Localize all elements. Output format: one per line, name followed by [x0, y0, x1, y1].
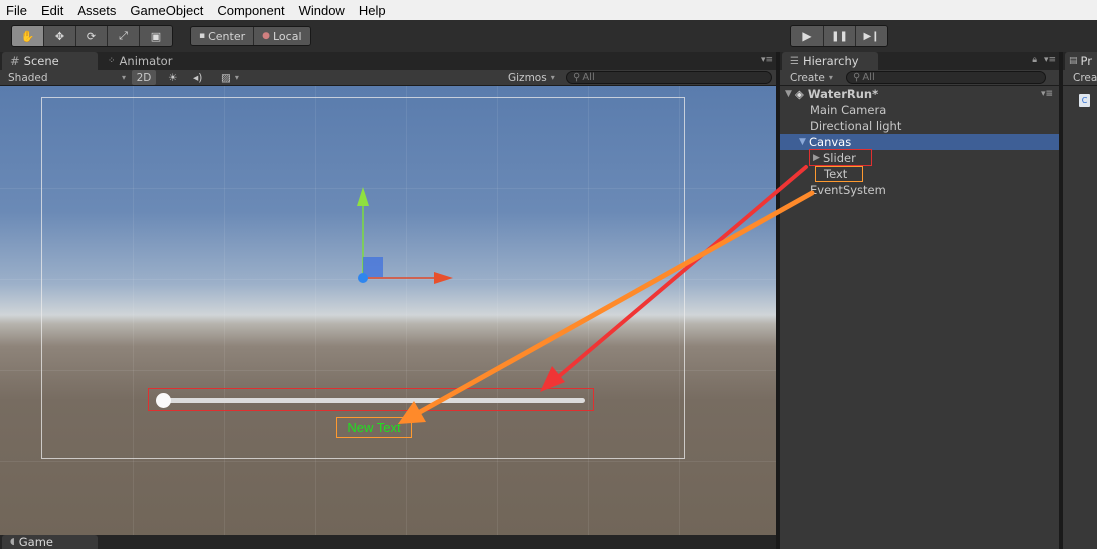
rect-tool-icon: ▣ [150, 29, 162, 43]
scene-viewport[interactable]: New Text [0, 86, 776, 535]
tab-scene[interactable]: # Scene [2, 52, 98, 70]
gizmos-dropdown[interactable]: Gizmos ▾ [508, 70, 555, 85]
main-toolbar: ✋ ✥ ⟳ ⤢ ▣ ▪ Center ● Local ▶ ❚❚ ▶❙ [0, 20, 1097, 52]
effects-toggle[interactable]: ▨ ▾ [221, 70, 239, 85]
hand-tool-button[interactable]: ✋ [12, 26, 44, 46]
list-item[interactable]: Main Camera [780, 102, 1059, 118]
chevron-down-icon: ▾ [234, 73, 239, 82]
project-tab-bar: ▤ Pr [1063, 52, 1097, 70]
pause-button[interactable]: ❚❚ [823, 26, 855, 46]
hand-icon: ✋ [20, 29, 35, 43]
menu-bar: File Edit Assets GameObject Component Wi… [0, 0, 1097, 20]
step-icon: ▶❙ [863, 30, 880, 42]
audio-toggle[interactable]: ◂) [193, 70, 202, 85]
animator-icon: ⁘ [108, 56, 116, 66]
unity-icon: ◈ [795, 87, 804, 101]
play-button[interactable]: ▶ [791, 26, 823, 46]
menu-window[interactable]: Window [299, 3, 345, 18]
scene-tab-bar: # Scene ⁘ Animator ▾≡ [0, 52, 776, 70]
create-dropdown[interactable]: Create ▾ [790, 70, 833, 85]
menu-component[interactable]: Component [217, 3, 284, 18]
scene-menu-icon[interactable]: ▾≡ [761, 55, 773, 65]
pivot-toggles: ▪ Center ● Local [190, 26, 311, 46]
chevron-down-icon[interactable]: ▼ [799, 137, 809, 147]
hierarchy-tab-bar: ☰ Hierarchy 🔒︎ ▾≡ [780, 52, 1059, 70]
pause-icon: ❚❚ [831, 30, 848, 42]
chevron-down-icon: ▾ [550, 73, 555, 82]
y-axis-handle [357, 187, 369, 206]
tab-hierarchy[interactable]: ☰ Hierarchy [782, 52, 878, 70]
move-tool-button[interactable]: ✥ [44, 26, 76, 46]
move-icon: ✥ [54, 29, 65, 43]
lock-icon[interactable]: 🔒︎ [1032, 55, 1037, 65]
menu-file[interactable]: File [6, 3, 27, 18]
project-create-dropdown[interactable]: Crea [1073, 70, 1097, 85]
slider-track [163, 398, 585, 403]
playback-controls: ▶ ❚❚ ▶❙ [790, 25, 888, 47]
pivot-icon: ▪ [199, 31, 206, 41]
project-panel: C [1063, 86, 1097, 549]
game-tab-bar: ◖ Game [0, 535, 776, 549]
hierarchy-toolbar: Create ▾ ⚲ All [780, 70, 1059, 86]
rect-tool-button[interactable]: ▣ [140, 26, 172, 46]
transform-tools: ✋ ✥ ⟳ ⤢ ▣ [11, 25, 173, 47]
chevron-down-icon[interactable]: ▼ [785, 89, 795, 99]
hierarchy-search-input[interactable]: ⚲ All [846, 71, 1046, 84]
scale-icon: ⤢ [119, 29, 128, 42]
scene-root-item[interactable]: ▼ ◈ WaterRun* ▾≡ [780, 86, 1059, 102]
folder-icon: ▤ [1069, 56, 1078, 66]
rotate-tool-button[interactable]: ⟳ [76, 26, 108, 46]
menu-edit[interactable]: Edit [41, 3, 63, 18]
step-button[interactable]: ▶❙ [855, 26, 887, 46]
x-axis-handle [434, 272, 453, 284]
hierarchy-menu-icon[interactable]: ▾≡ [1044, 55, 1056, 65]
chevron-down-icon: ▾ [121, 73, 126, 82]
scene-search-input[interactable]: ⚲ All [566, 71, 772, 84]
scene-ui-text[interactable]: New Text [336, 417, 412, 438]
list-item-selected[interactable]: ▼ Canvas [780, 134, 1059, 150]
scene-slider[interactable] [148, 388, 594, 411]
scene-toolbar: Shaded ▾ 2D ☀ ◂) ▨ ▾ Gizmos ▾ ⚲ All [0, 70, 776, 86]
move-gizmo[interactable] [0, 86, 776, 535]
search-icon: ⚲ [573, 72, 581, 83]
chevron-down-icon: ▾ [828, 73, 833, 82]
scene-menu-icon[interactable]: ▾≡ [1041, 89, 1053, 99]
gizmo-center [358, 273, 368, 283]
highlight-box-text [815, 166, 863, 182]
sun-icon: ☀ [168, 71, 178, 84]
image-icon: ▨ [221, 71, 231, 84]
lighting-toggle[interactable]: ☀ [168, 70, 177, 85]
project-toolbar: Crea [1063, 70, 1097, 86]
pivot-local-button[interactable]: ● Local [253, 27, 310, 45]
highlight-box-slider [809, 149, 872, 166]
tab-project[interactable]: ▤ Pr [1065, 52, 1097, 70]
menu-assets[interactable]: Assets [77, 3, 116, 18]
pivot-center-button[interactable]: ▪ Center [191, 27, 254, 45]
play-icon: ▶ [802, 29, 812, 43]
tab-animator[interactable]: ⁘ Animator [100, 52, 182, 70]
list-item[interactable]: Directional light [780, 118, 1059, 134]
shading-mode-dropdown[interactable]: Shaded ▾ [8, 70, 126, 85]
tab-game[interactable]: ◖ Game [2, 535, 98, 549]
speaker-icon: ◂) [193, 71, 203, 84]
menu-help[interactable]: Help [359, 3, 386, 18]
list-item[interactable]: EventSystem [780, 182, 1059, 198]
script-file-icon[interactable]: C [1079, 94, 1090, 107]
slider-handle[interactable] [156, 393, 171, 408]
game-pad-icon: ◖ [10, 537, 15, 547]
menu-gameobject[interactable]: GameObject [130, 3, 203, 18]
mode-2d-toggle[interactable]: 2D [132, 70, 156, 85]
rotate-icon: ⟳ [86, 29, 97, 43]
search-icon: ⚲ [853, 72, 861, 83]
scene-grid-icon: # [10, 54, 20, 68]
local-space-icon: ● [262, 31, 270, 41]
list-icon: ☰ [790, 55, 799, 67]
scale-tool-button[interactable]: ⤢ [108, 26, 140, 46]
